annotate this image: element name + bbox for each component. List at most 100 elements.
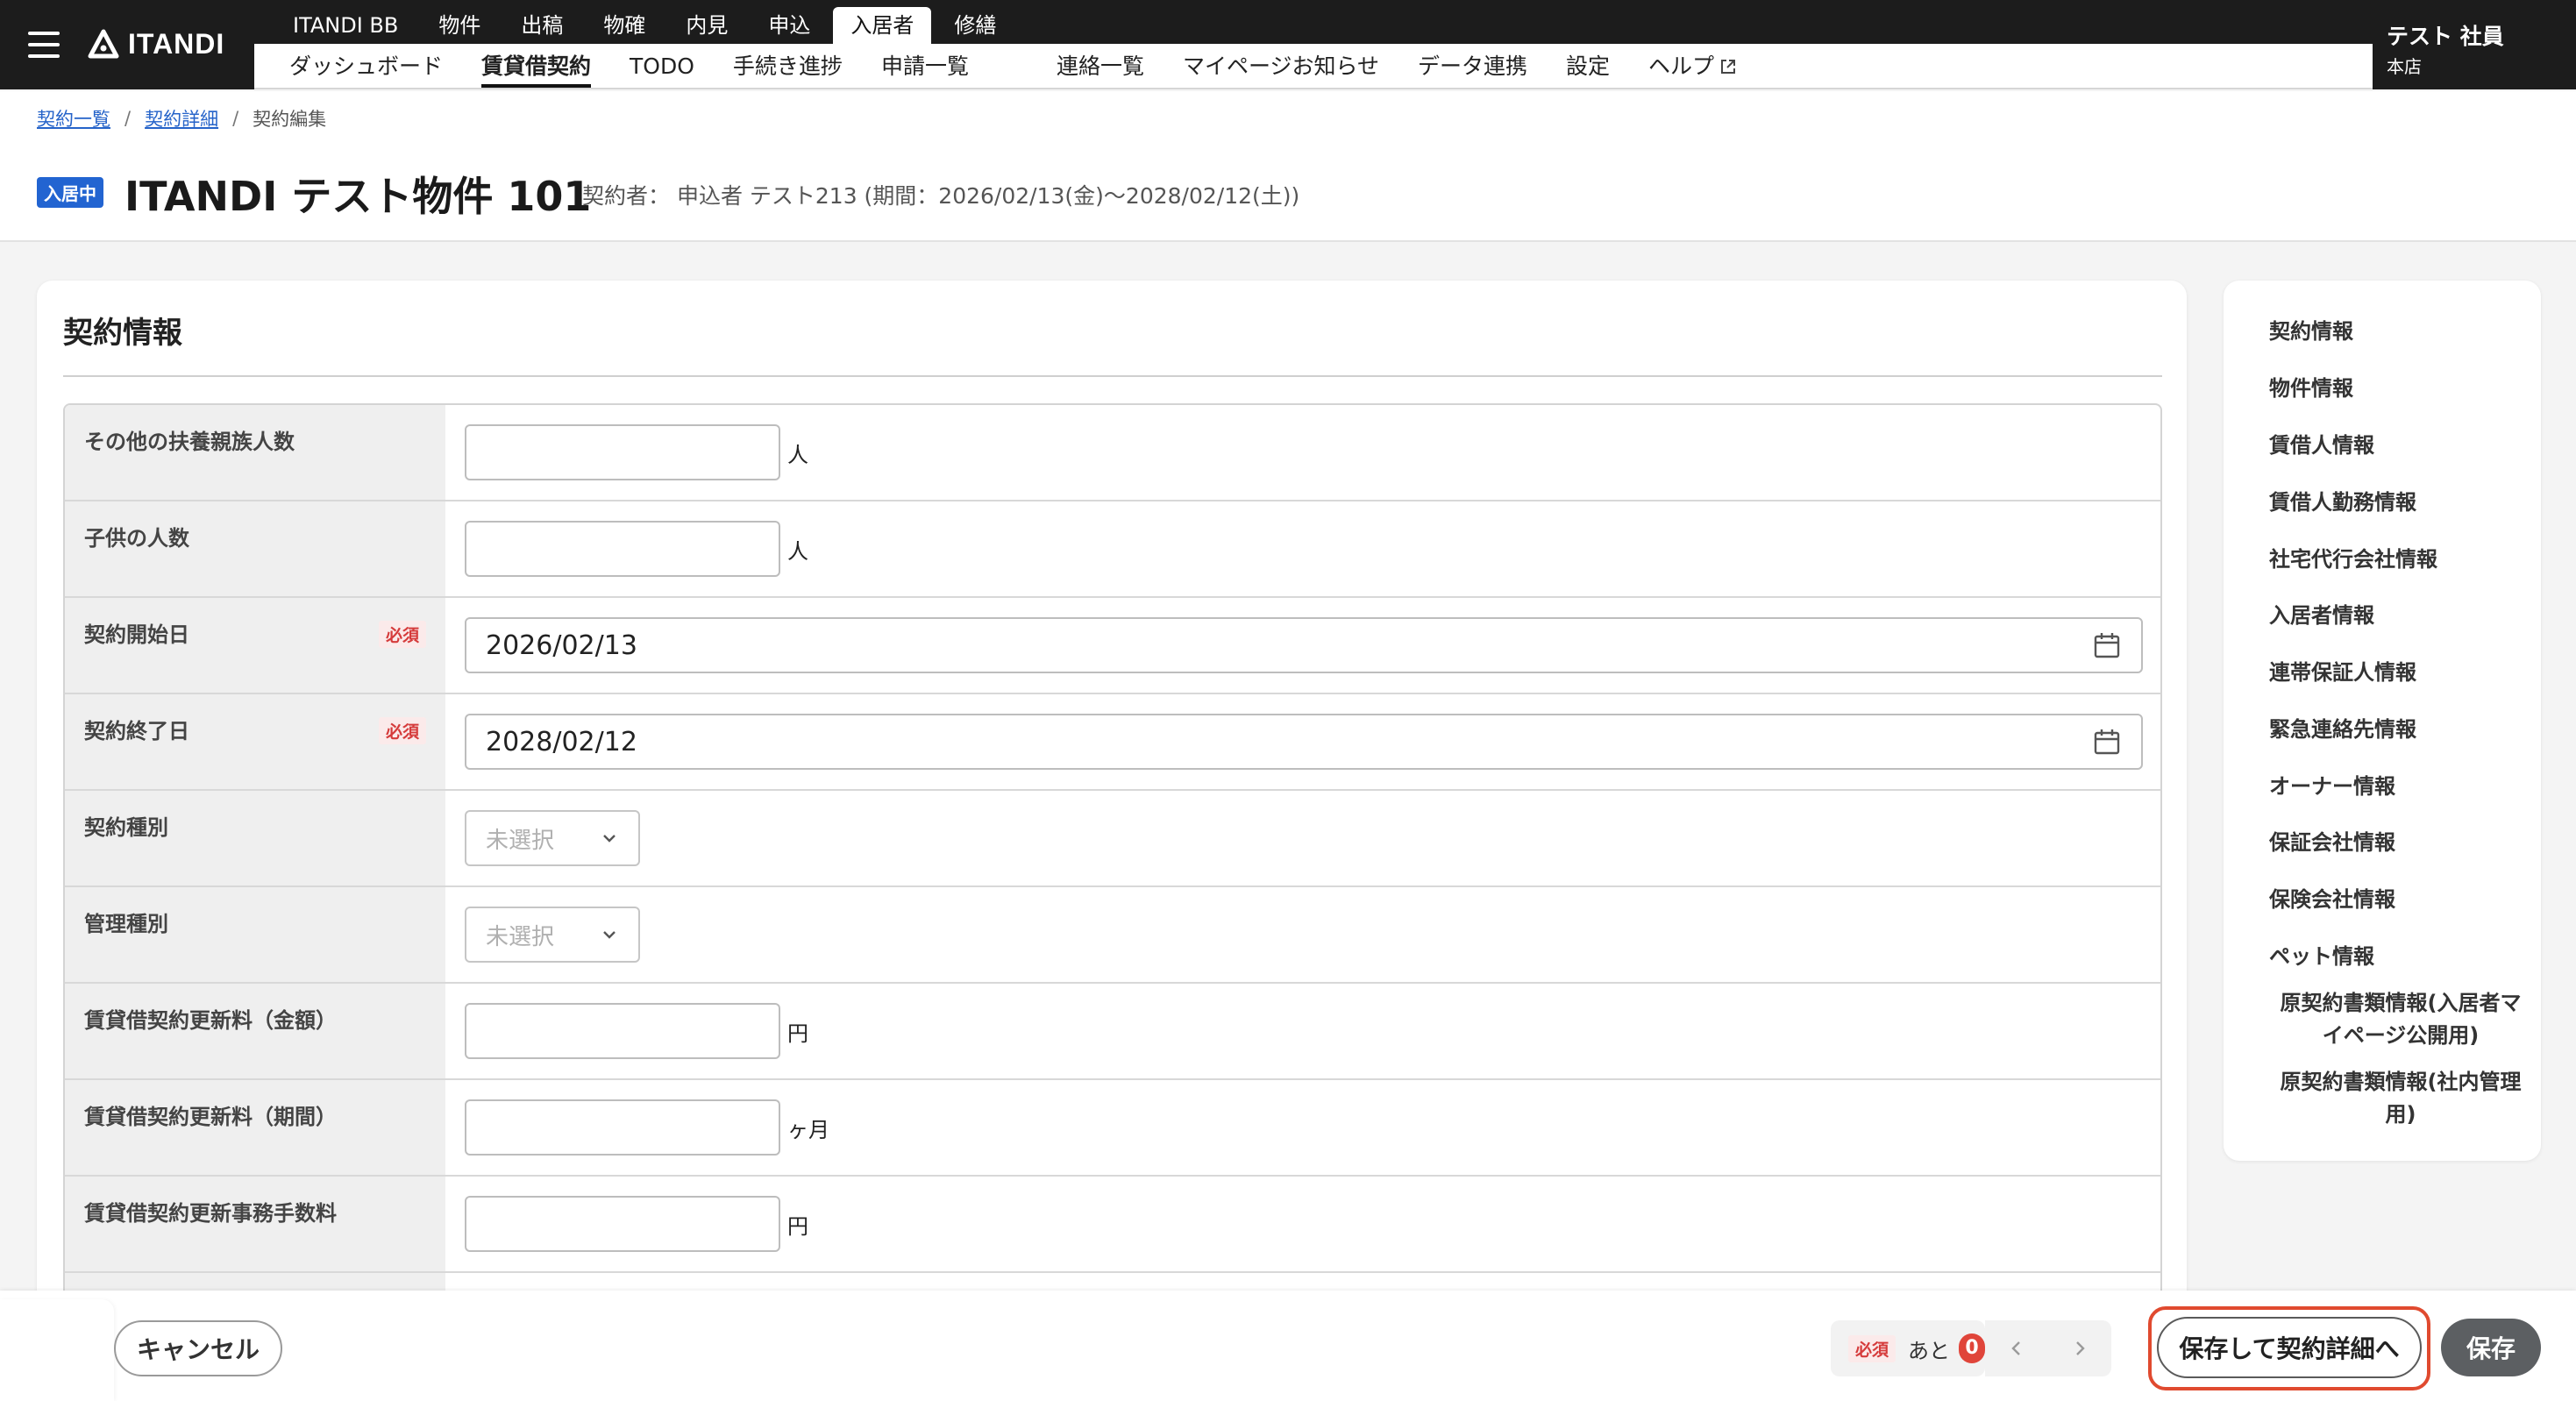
section-side-nav: 契約情報 物件情報 賃借人情報 賃借人勤務情報 社宅代行会社情報 入居者情報 連…	[2224, 281, 2541, 1161]
form-row: 管理種別 未選択	[65, 887, 2160, 984]
subnav-dashboard[interactable]: ダッシュボード	[270, 44, 462, 89]
field-label: 賃貸借契約更新料（金額）	[65, 984, 445, 1078]
side-nav-original-docs-public[interactable]: 原契約書類情報(入居者マイページ公開用)	[2278, 987, 2523, 1052]
breadcrumb-contract-detail[interactable]: 契約詳細	[145, 105, 218, 132]
field-label: 子供の人数	[65, 501, 445, 596]
side-nav-pet-info[interactable]: ペット情報	[2269, 939, 2374, 970]
user-menu[interactable]: テスト 社員 本店	[2373, 0, 2576, 89]
side-nav-corporate-housing-agent[interactable]: 社宅代行会社情報	[2269, 542, 2437, 572]
side-nav-lessee-work-info[interactable]: 賃借人勤務情報	[2269, 485, 2416, 516]
side-nav-original-docs-internal[interactable]: 原契約書類情報(社内管理用)	[2278, 1066, 2523, 1131]
itandi-logo[interactable]: ITANDI	[88, 28, 224, 60]
brand-name: ITANDI	[128, 28, 225, 60]
product-tab-itandi-bb[interactable]: ITANDI BB	[275, 7, 416, 44]
select-value: 未選択	[486, 827, 555, 854]
unit-label: 人	[787, 442, 808, 467]
subnav-contact-list[interactable]: 連絡一覧	[1037, 44, 1163, 89]
form-table: その他の扶養親族人数 人 子供の人数 人 契約開始日 必須 2026/02/13	[63, 403, 2162, 1371]
left-panel-edge	[0, 1299, 114, 1401]
breadcrumb: 契約一覧 / 契約詳細 / 契約編集	[37, 105, 326, 132]
brand-area: ITANDI	[0, 0, 254, 89]
management-type-select[interactable]: 未選択	[465, 907, 640, 963]
field-label: 賃貸借契約更新料（期間）	[65, 1080, 445, 1175]
renewal-fee-period-input[interactable]	[465, 1099, 780, 1156]
external-link-icon	[1721, 60, 1736, 74]
user-name: テスト 社員	[2387, 24, 2504, 49]
product-tab-property[interactable]: 物件	[421, 7, 498, 44]
product-tab-viewing[interactable]: 内見	[668, 7, 745, 44]
field-label-text: 契約開始日	[84, 622, 189, 647]
section-title: 契約情報	[63, 316, 182, 351]
field-label: 賃貸借契約更新事務手数料	[65, 1177, 445, 1271]
form-row: 契約開始日 必須 2026/02/13	[65, 598, 2160, 694]
cancel-button[interactable]: キャンセル	[114, 1320, 282, 1376]
chevron-right-icon[interactable]	[2069, 1338, 2090, 1359]
chevron-left-icon[interactable]	[2006, 1338, 2027, 1359]
calendar-icon[interactable]	[2092, 630, 2122, 660]
subnav-mypage-notice[interactable]: マイページお知らせ	[1163, 44, 1398, 89]
form-row: 子供の人数 人	[65, 501, 2160, 598]
other-dependents-input[interactable]	[465, 424, 780, 480]
contract-start-date-input[interactable]: 2026/02/13	[465, 617, 2143, 673]
save-button[interactable]: 保存	[2441, 1319, 2541, 1376]
chevron-down-icon	[603, 931, 616, 939]
product-tab-publish[interactable]: 出稿	[503, 7, 580, 44]
breadcrumb-contract-list[interactable]: 契約一覧	[37, 105, 110, 132]
form-row: 契約終了日 必須 2028/02/12	[65, 694, 2160, 791]
field-label: 契約種別	[65, 791, 445, 885]
product-tab-tenant[interactable]: 入居者	[833, 7, 932, 44]
side-nav-owner-info[interactable]: オーナー情報	[2269, 769, 2395, 800]
side-nav-guarantee-company[interactable]: 保証会社情報	[2269, 825, 2395, 856]
side-nav-insurance-company[interactable]: 保険会社情報	[2269, 882, 2395, 913]
field-label: 管理種別	[65, 887, 445, 982]
form-row: その他の扶養親族人数 人	[65, 405, 2160, 501]
unit-label: ヶ月	[787, 1117, 829, 1142]
subnav-todo[interactable]: TODO	[610, 44, 714, 89]
unit-label: 円	[787, 1021, 808, 1046]
unit-label: 人	[787, 538, 808, 564]
side-nav-emergency-contact[interactable]: 緊急連絡先情報	[2269, 712, 2416, 743]
form-row: 契約種別 未選択	[65, 791, 2160, 887]
required-badge: 必須	[378, 621, 426, 648]
contract-end-date-input[interactable]: 2028/02/12	[465, 714, 2143, 770]
remaining-count-badge: 0	[1959, 1333, 1986, 1363]
product-tabs: ITANDI BB 物件 出稿 物確 内見 申込 入居者 修繕	[254, 0, 2373, 44]
page-header: 契約一覧 / 契約詳細 / 契約編集 入居中 ITANDI テスト物件 101 …	[0, 91, 2576, 242]
side-nav-joint-guarantor[interactable]: 連帯保証人情報	[2269, 655, 2416, 686]
menu-icon[interactable]	[28, 32, 60, 58]
field-label: 契約終了日 必須	[65, 694, 445, 789]
contract-meta: 契約者： 申込者 テスト213 (期間：2026/02/13(金)〜2028/0…	[582, 183, 1300, 209]
children-count-input[interactable]	[465, 521, 780, 577]
date-value: 2026/02/13	[486, 629, 637, 661]
renewal-fee-amount-input[interactable]	[465, 1003, 780, 1059]
subnav-data-integration[interactable]: データ連携	[1398, 44, 1547, 89]
side-nav-resident-info[interactable]: 入居者情報	[2269, 598, 2374, 629]
calendar-icon[interactable]	[2092, 727, 2122, 757]
form-row: 賃貸借契約更新事務手数料 円	[65, 1177, 2160, 1273]
side-nav-contract-info[interactable]: 契約情報	[2269, 314, 2353, 345]
subnav-help[interactable]: ヘルプ	[1629, 44, 1756, 89]
required-badge: 必須	[378, 717, 426, 744]
contract-form-card: 契約情報 その他の扶養親族人数 人 子供の人数 人 契約開始日 必須 2026/…	[37, 281, 2187, 1401]
side-nav-lessee-info[interactable]: 賃借人情報	[2269, 428, 2374, 459]
save-and-go-detail-button[interactable]: 保存して契約詳細へ	[2157, 1317, 2422, 1378]
top-header: ITANDI ITANDI BB 物件 出稿 物確 内見 申込 入居者 修繕 ダ…	[0, 0, 2576, 89]
subnav-procedure-progress[interactable]: 手続き進捗	[714, 44, 862, 89]
breadcrumb-contract-edit: 契約編集	[253, 109, 327, 130]
remaining-label: あと	[1908, 1338, 1951, 1363]
product-tab-repair[interactable]: 修繕	[936, 7, 1014, 44]
subnav-settings[interactable]: 設定	[1547, 44, 1629, 89]
product-tab-application[interactable]: 申込	[751, 7, 828, 44]
subnav-request-list[interactable]: 申請一覧	[862, 44, 988, 89]
section-divider	[63, 375, 2162, 377]
product-tab-confirm[interactable]: 物確	[586, 7, 663, 44]
side-nav-property-info[interactable]: 物件情報	[2269, 371, 2353, 402]
contract-type-select[interactable]: 未選択	[465, 810, 640, 866]
breadcrumb-separator: /	[232, 108, 239, 129]
required-field-navigator	[1985, 1320, 2111, 1376]
renewal-admin-fee-input[interactable]	[465, 1196, 780, 1252]
breadcrumb-separator: /	[125, 108, 132, 129]
required-remaining-indicator: 必須 あと 0	[1831, 1320, 1986, 1376]
subnav-help-label: ヘルプ	[1648, 53, 1715, 79]
subnav-lease-contract[interactable]: 賃貸借契約	[462, 44, 610, 89]
